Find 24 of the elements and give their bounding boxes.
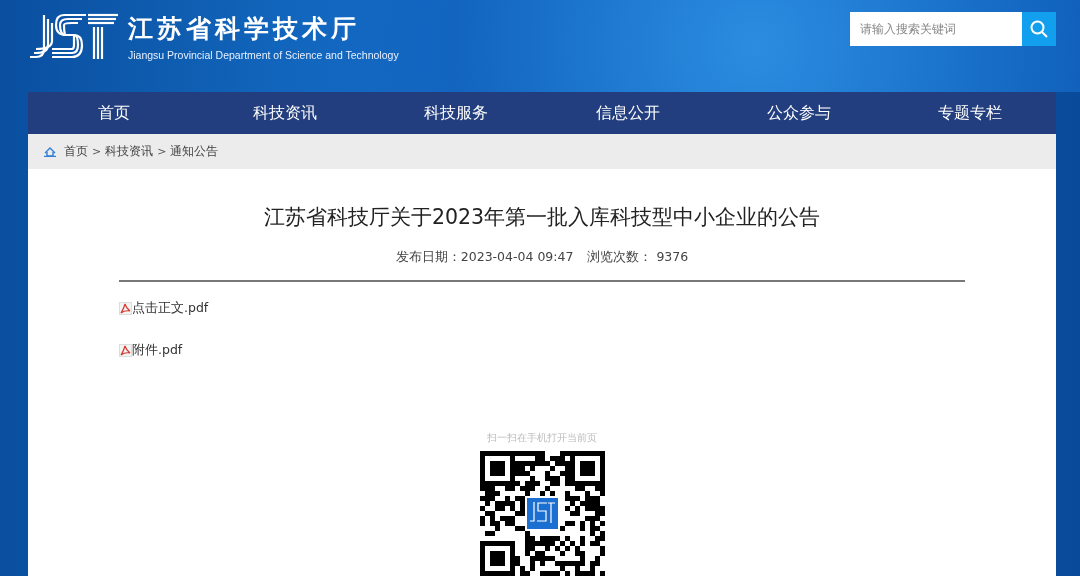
search-field[interactable]: 请输入搜索关键词 — [850, 12, 1022, 46]
nav-item[interactable]: 专题专栏 — [884, 92, 1056, 134]
nav-item[interactable]: 科技资讯 — [199, 92, 371, 134]
breadcrumb-separator: > — [92, 145, 102, 158]
pdf-icon — [119, 302, 132, 315]
nav-item[interactable]: 首页 — [28, 92, 200, 134]
nav-item[interactable]: 科技服务 — [370, 92, 542, 134]
pdf-icon — [119, 344, 132, 357]
site-subtitle: Jiangsu Provincial Department of Science and Technology — [128, 49, 399, 61]
article-title: 江苏省科技厅关于2023年第一批入库科技型中小企业的公告 — [262, 204, 822, 231]
publish-date: 发布日期：2023-04-04 09:47 — [395, 249, 574, 266]
breadcrumb-link[interactable]: 首页 — [64, 144, 88, 159]
attachment-link[interactable]: 点击正文.pdf — [119, 300, 209, 317]
breadcrumb-link[interactable]: 科技资讯 — [105, 144, 154, 159]
attachment-link[interactable]: 附件.pdf — [119, 342, 183, 359]
breadcrumb-link[interactable]: 通知公告 — [170, 144, 219, 159]
site-title: 江苏省科学技术厅 — [128, 13, 361, 45]
home-icon — [44, 146, 56, 157]
search-icon — [1030, 20, 1048, 38]
breadcrumb-separator: > — [157, 145, 167, 158]
search-button[interactable] — [1022, 12, 1056, 46]
view-count: 浏览次数： 9376 — [587, 249, 689, 266]
nav-item[interactable]: 公众参与 — [713, 92, 885, 134]
nav-item[interactable]: 信息公开 — [542, 92, 714, 134]
